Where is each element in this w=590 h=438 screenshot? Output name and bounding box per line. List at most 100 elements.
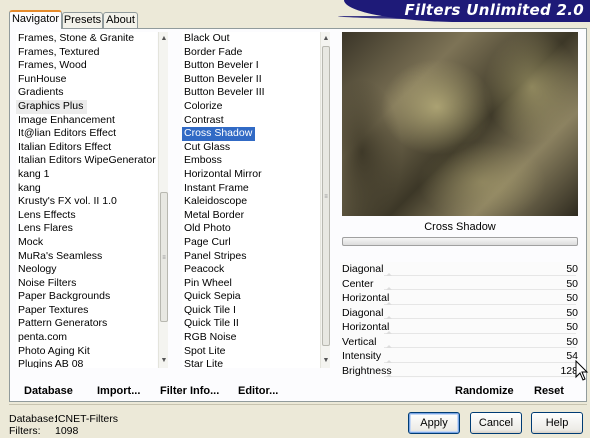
filter-item[interactable]: Contrast — [182, 114, 320, 128]
category-item[interactable]: Pattern Generators — [16, 317, 157, 331]
category-item[interactable]: Frames, Wood — [16, 59, 157, 73]
parameter-row[interactable]: Brightness 128 — [340, 364, 580, 379]
category-item[interactable]: Graphics Plus — [16, 99, 88, 114]
scroll-down-icon[interactable]: ▼ — [321, 356, 331, 366]
scroll-down-icon[interactable]: ▼ — [159, 356, 169, 366]
filter-info-button[interactable]: Filter Info... — [160, 385, 219, 397]
preview-image — [342, 32, 578, 216]
category-item[interactable]: Frames, Textured — [16, 46, 157, 60]
filter-item[interactable]: Emboss — [182, 154, 320, 168]
filters-count-value: 1098 — [55, 425, 79, 437]
filter-item[interactable]: Quick Tile I — [182, 304, 320, 318]
category-scroll-thumb[interactable]: ≡ — [160, 192, 168, 322]
category-item[interactable]: Paper Textures — [16, 304, 157, 318]
filter-item[interactable]: Star Lite — [182, 358, 320, 368]
parameter-slider-track[interactable] — [384, 303, 576, 305]
database-button[interactable]: Database — [24, 385, 73, 397]
filter-item[interactable]: Black Out — [182, 32, 320, 46]
filter-item[interactable]: Cut Glass — [182, 141, 320, 155]
category-item[interactable]: FunHouse — [16, 73, 157, 87]
filter-item[interactable]: Horizontal Mirror — [182, 168, 320, 182]
category-item[interactable]: Italian Editors WipeGenerator — [16, 154, 157, 168]
filter-item[interactable]: Button Beveler III — [182, 86, 320, 100]
parameter-value: 50 — [566, 263, 578, 275]
category-item[interactable]: Neology — [16, 263, 157, 277]
category-item[interactable]: kang 1 — [16, 168, 157, 182]
filter-item[interactable]: Pin Wheel — [182, 277, 320, 291]
filter-item[interactable]: Spot Lite — [182, 345, 320, 359]
parameter-slider-track[interactable] — [384, 361, 576, 363]
parameter-slider-track[interactable] — [384, 347, 576, 348]
tab-navigator[interactable]: Navigator — [9, 10, 62, 29]
parameter-row[interactable]: Horizontal 50 — [340, 320, 580, 335]
import-button[interactable]: Import... — [97, 385, 140, 397]
parameter-row[interactable]: Diagonal 50 — [340, 306, 580, 321]
category-item[interactable]: Italian Editors Effect — [16, 141, 157, 155]
tab-presets[interactable]: Presets — [62, 12, 103, 28]
filter-item[interactable]: Border Fade — [182, 46, 320, 60]
tab-about[interactable]: About — [103, 12, 138, 28]
filter-item[interactable]: Instant Frame — [182, 182, 320, 196]
help-button[interactable]: Help — [531, 412, 583, 434]
filter-item[interactable]: Metal Border — [182, 209, 320, 223]
apply-button[interactable]: Apply — [408, 412, 460, 434]
filter-item[interactable]: Button Beveler I — [182, 59, 320, 73]
filter-item[interactable]: Kaleidoscope — [182, 195, 320, 209]
filter-item[interactable]: Quick Sepia — [182, 290, 320, 304]
category-item[interactable]: Lens Effects — [16, 209, 157, 223]
parameter-list: Diagonal 50 Center 50 Horizontal 50 Diagonal 50… — [340, 262, 580, 378]
category-item[interactable]: Image Enhancement — [16, 114, 157, 128]
editor-button[interactable]: Editor... — [238, 385, 278, 397]
parameter-value: 50 — [566, 292, 578, 304]
scroll-up-icon[interactable]: ▲ — [321, 34, 331, 44]
category-item[interactable]: Plugins AB 08 — [16, 358, 157, 368]
parameter-value: 50 — [566, 277, 578, 290]
parameter-row[interactable]: Vertical 50 — [340, 335, 580, 350]
category-item[interactable]: MuRa's Seamless — [16, 250, 157, 264]
filter-item[interactable]: Page Curl — [182, 236, 320, 250]
category-item[interactable]: Gradients — [16, 86, 157, 100]
parameter-row[interactable]: Horizontal 50 — [340, 291, 580, 306]
filter-item[interactable]: Button Beveler II — [182, 73, 320, 87]
filter-item[interactable]: Colorize — [182, 100, 320, 114]
reset-button[interactable]: Reset — [534, 385, 564, 397]
parameter-slider-track[interactable] — [384, 274, 576, 276]
category-item[interactable]: Lens Flares — [16, 222, 157, 236]
parameter-name: Diagonal — [342, 263, 384, 275]
filter-list[interactable]: Black Out Border Fade Button Beveler I Butt… — [182, 32, 320, 368]
category-item[interactable]: Photo Aging Kit — [16, 345, 157, 359]
category-item[interactable]: kang — [16, 182, 157, 196]
scroll-up-icon[interactable]: ▲ — [159, 34, 169, 44]
divider — [9, 404, 587, 405]
filter-item[interactable]: RGB Noise — [182, 331, 320, 345]
parameter-value: 50 — [566, 306, 578, 319]
parameter-row[interactable]: Diagonal 50 — [340, 262, 580, 277]
filter-item[interactable]: Peacock — [182, 263, 320, 277]
category-item[interactable]: It@lian Editors Effect — [16, 127, 157, 141]
filter-item[interactable]: Cross Shadow — [182, 127, 256, 141]
parameter-row[interactable]: Center 50 — [340, 277, 580, 292]
parameter-slider-track[interactable] — [384, 289, 576, 290]
filter-item[interactable]: Old Photo — [182, 222, 320, 236]
category-item[interactable]: Noise Filters — [16, 277, 157, 291]
parameter-row[interactable]: Intensity 54 — [340, 349, 580, 364]
category-item[interactable]: penta.com — [16, 331, 157, 345]
category-list[interactable]: Frames, Stone & Granite Frames, Textured F… — [16, 32, 157, 368]
parameter-slider-track[interactable] — [384, 376, 576, 377]
category-item[interactable]: Mock — [16, 236, 157, 250]
filter-scrollbar[interactable]: ▲ ≡ ▼ — [320, 32, 330, 368]
category-item[interactable]: Krusty's FX vol. II 1.0 — [16, 195, 157, 209]
randomize-button[interactable]: Randomize — [455, 385, 514, 397]
database-label: Database: — [9, 413, 57, 425]
database-value: ICNET-Filters — [55, 413, 118, 425]
parameter-slider-track[interactable] — [384, 332, 576, 334]
cancel-button[interactable]: Cancel — [470, 412, 522, 434]
filter-scroll-thumb[interactable]: ≡ — [322, 46, 330, 346]
parameter-slider-tick-icon — [386, 287, 392, 290]
parameter-slider-track[interactable] — [384, 318, 576, 319]
category-item[interactable]: Frames, Stone & Granite — [16, 32, 157, 46]
category-item[interactable]: Paper Backgrounds — [16, 290, 157, 304]
filter-item[interactable]: Quick Tile II — [182, 317, 320, 331]
category-scrollbar[interactable]: ▲ ≡ ▼ — [158, 32, 168, 368]
filter-item[interactable]: Panel Stripes — [182, 250, 320, 264]
